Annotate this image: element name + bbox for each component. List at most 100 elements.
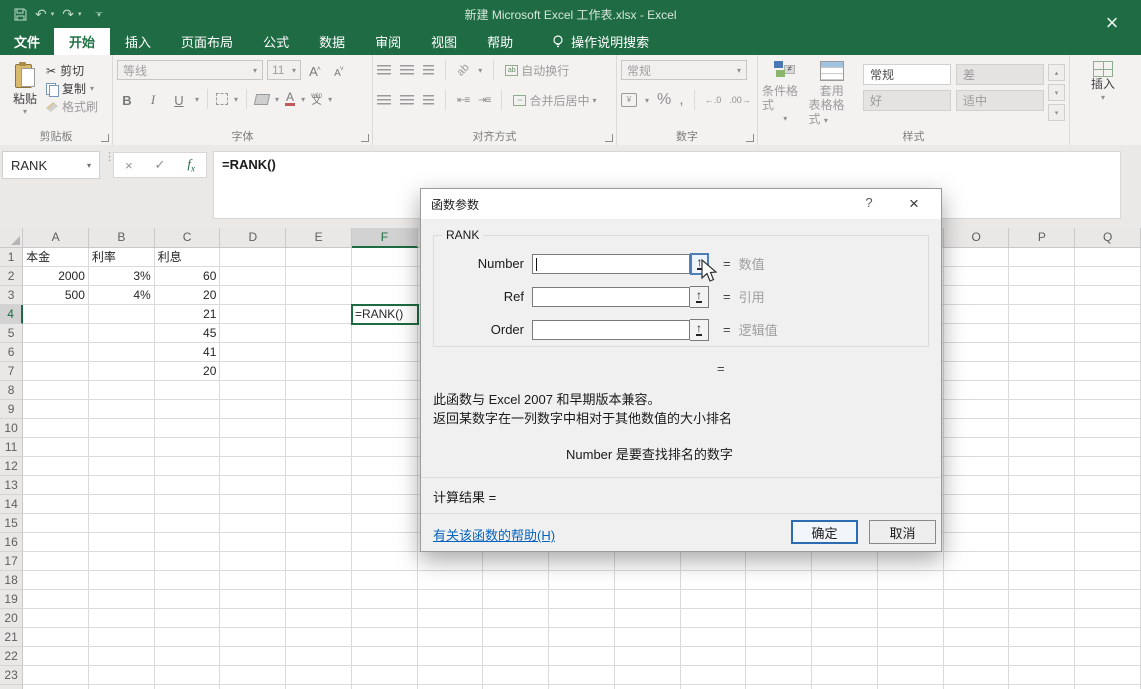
save-icon[interactable]: [14, 8, 27, 21]
underline-dropdown-icon[interactable]: ▾: [195, 95, 199, 104]
tab-文件[interactable]: 文件: [0, 28, 54, 55]
arg-input-order[interactable]: [532, 320, 690, 340]
cell-I17[interactable]: [549, 552, 615, 571]
cell-C15[interactable]: [155, 514, 221, 533]
row-header-23[interactable]: 23: [0, 666, 23, 685]
cell-C20[interactable]: [155, 609, 221, 628]
cell-C14[interactable]: [155, 495, 221, 514]
insert-function-icon[interactable]: fx: [187, 156, 195, 174]
cell-O16[interactable]: [944, 533, 1010, 552]
fill-color-icon[interactable]: [254, 94, 270, 105]
cell-A17[interactable]: [23, 552, 89, 571]
column-header-E[interactable]: E: [286, 228, 352, 248]
cell-C18[interactable]: [155, 571, 221, 590]
cell-A20[interactable]: [23, 609, 89, 628]
cell-H22[interactable]: [483, 647, 549, 666]
cell-style-chip-2[interactable]: 差: [956, 64, 1044, 85]
column-header-B[interactable]: B: [89, 228, 155, 248]
cell-F2[interactable]: [352, 267, 418, 286]
cell-F17[interactable]: [352, 552, 418, 571]
paste-button[interactable]: 粘贴 ▾: [4, 60, 46, 129]
percent-style-icon[interactable]: %: [657, 91, 671, 109]
cell-E20[interactable]: [286, 609, 352, 628]
cell-N20[interactable]: [878, 609, 944, 628]
column-header-P[interactable]: P: [1009, 228, 1075, 248]
cell-F10[interactable]: [352, 419, 418, 438]
cell-H19[interactable]: [483, 590, 549, 609]
row-header-8[interactable]: 8: [0, 381, 23, 400]
tab-帮助[interactable]: 帮助: [472, 28, 528, 55]
cell-G21[interactable]: [418, 628, 484, 647]
function-help-link[interactable]: 有关该函数的帮助(H): [433, 525, 555, 544]
cell-G20[interactable]: [418, 609, 484, 628]
cell-Q9[interactable]: [1075, 400, 1141, 419]
cell-M24[interactable]: [812, 685, 878, 689]
tab-页面布局[interactable]: 页面布局: [166, 28, 248, 55]
cell-F9[interactable]: [352, 400, 418, 419]
cell-B9[interactable]: [89, 400, 155, 419]
row-header-21[interactable]: 21: [0, 628, 23, 647]
cell-E14[interactable]: [286, 495, 352, 514]
cell-Q12[interactable]: [1075, 457, 1141, 476]
phonetic-dropdown-icon[interactable]: ▾: [328, 95, 332, 104]
cell-C9[interactable]: [155, 400, 221, 419]
row-header-12[interactable]: 12: [0, 457, 23, 476]
cell-B6[interactable]: [89, 343, 155, 362]
cell-G19[interactable]: [418, 590, 484, 609]
cell-O2[interactable]: [944, 267, 1010, 286]
cell-A5[interactable]: [23, 324, 89, 343]
cell-D3[interactable]: [220, 286, 286, 305]
tab-审阅[interactable]: 审阅: [360, 28, 416, 55]
cell-E18[interactable]: [286, 571, 352, 590]
cell-K22[interactable]: [681, 647, 747, 666]
row-header-18[interactable]: 18: [0, 571, 23, 590]
cell-C16[interactable]: [155, 533, 221, 552]
cell-J23[interactable]: [615, 666, 681, 685]
copy-dropdown-icon[interactable]: ▾: [90, 82, 94, 96]
cell-P10[interactable]: [1009, 419, 1075, 438]
cell-Q10[interactable]: [1075, 419, 1141, 438]
cell-O5[interactable]: [944, 324, 1010, 343]
cell-Q16[interactable]: [1075, 533, 1141, 552]
cell-Q18[interactable]: [1075, 571, 1141, 590]
cell-Q20[interactable]: [1075, 609, 1141, 628]
row-header-16[interactable]: 16: [0, 533, 23, 552]
cell-F3[interactable]: [352, 286, 418, 305]
cell-P19[interactable]: [1009, 590, 1075, 609]
number-dialog-launcher-icon[interactable]: [746, 134, 754, 142]
cell-A19[interactable]: [23, 590, 89, 609]
cell-G22[interactable]: [418, 647, 484, 666]
cell-J24[interactable]: [615, 685, 681, 689]
cell-Q21[interactable]: [1075, 628, 1141, 647]
redo-dropdown-icon[interactable]: ▾: [78, 10, 82, 18]
cell-A14[interactable]: [23, 495, 89, 514]
cell-L20[interactable]: [746, 609, 812, 628]
column-header-Q[interactable]: Q: [1075, 228, 1141, 248]
cell-D18[interactable]: [220, 571, 286, 590]
cell-L21[interactable]: [746, 628, 812, 647]
row-header-5[interactable]: 5: [0, 324, 23, 343]
orientation-icon[interactable]: ab: [455, 61, 472, 78]
cell-J21[interactable]: [615, 628, 681, 647]
cell-H23[interactable]: [483, 666, 549, 685]
row-header-15[interactable]: 15: [0, 514, 23, 533]
cell-H24[interactable]: [483, 685, 549, 689]
borders-icon[interactable]: [216, 93, 228, 105]
cell-O23[interactable]: [944, 666, 1010, 685]
cell-G23[interactable]: [418, 666, 484, 685]
cell-E7[interactable]: [286, 362, 352, 381]
cell-G18[interactable]: [418, 571, 484, 590]
cell-I21[interactable]: [549, 628, 615, 647]
cell-C11[interactable]: [155, 438, 221, 457]
cell-K23[interactable]: [681, 666, 747, 685]
row-header-7[interactable]: 7: [0, 362, 23, 381]
cell-H18[interactable]: [483, 571, 549, 590]
cell-A23[interactable]: [23, 666, 89, 685]
decrease-font-icon[interactable]: A˅: [329, 61, 349, 79]
cell-N22[interactable]: [878, 647, 944, 666]
cell-B18[interactable]: [89, 571, 155, 590]
cell-O14[interactable]: [944, 495, 1010, 514]
enter-entry-icon[interactable]: ✓: [155, 157, 166, 173]
cell-B7[interactable]: [89, 362, 155, 381]
tab-视图[interactable]: 视图: [416, 28, 472, 55]
